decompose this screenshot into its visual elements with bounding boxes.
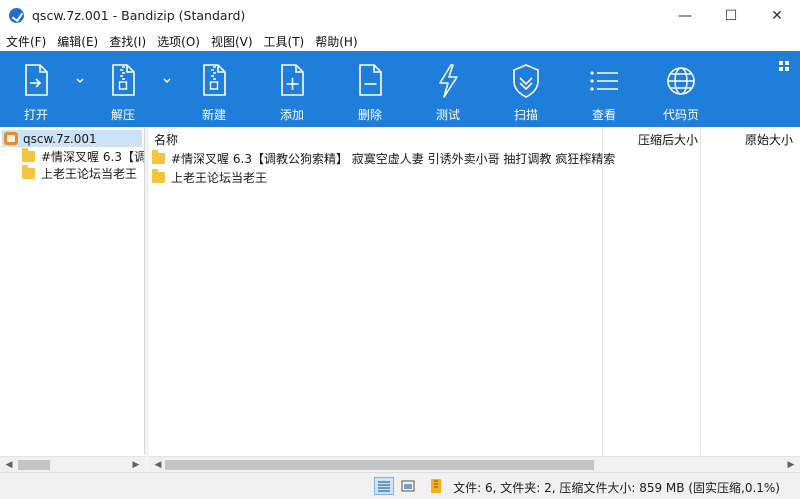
scrollbar-thumb[interactable] bbox=[165, 460, 594, 470]
scroll-right-arrow-icon[interactable]: ▶ bbox=[130, 459, 142, 471]
minimize-button[interactable]: — bbox=[662, 0, 708, 31]
menu-edit[interactable]: 编辑(E) bbox=[51, 33, 103, 50]
test-lightning-icon bbox=[439, 64, 458, 98]
tree-root-label: qscw.7z.001 bbox=[23, 131, 97, 146]
file-list-pane: ⌃ 名称 压缩后大小 原始大小 #情深叉喔 6.3【调教公狗索精】 寂寞空虚人妻… bbox=[149, 123, 800, 455]
scan-label: 扫描 bbox=[513, 108, 538, 122]
column-header-name[interactable]: 名称 bbox=[154, 128, 178, 150]
title-bar: qscw.7z.001 - Bandizip (Standard) — ☐ ✕ bbox=[0, 0, 800, 31]
delete-label: 删除 bbox=[357, 108, 382, 122]
list-item-name: #情深叉喔 6.3【调教公狗索精】 寂寞空虚人妻 引诱外卖小哥 抽打调教 疯狂榨… bbox=[171, 152, 616, 166]
menu-bar: 文件(F) 编辑(E) 查找(I) 选项(O) 视图(V) 工具(T) 帮助(H… bbox=[0, 31, 800, 51]
test-label: 测试 bbox=[435, 108, 460, 122]
add-button[interactable]: 添加 bbox=[262, 51, 322, 127]
folder-tree-pane: qscw.7z.001 #情深叉喔 6.3【调教公狗索精】 寂寞空虚人妻 引诱外… bbox=[0, 128, 145, 455]
codepage-label: 代码页 bbox=[662, 108, 699, 122]
folder-icon bbox=[152, 169, 165, 183]
window-controls: — ☐ ✕ bbox=[662, 0, 800, 31]
archive-info-button[interactable] bbox=[426, 477, 446, 495]
list-item[interactable]: 上老王论坛当老王 bbox=[152, 168, 267, 187]
tree-item-folder-1[interactable]: #情深叉喔 6.3【调教公狗索精】 寂寞空虚人妻 引诱外卖小哥 抽打调教 疯狂榨… bbox=[22, 148, 145, 165]
scroll-left-arrow-icon[interactable]: ◀ bbox=[3, 459, 15, 471]
window-title: qscw.7z.001 - Bandizip (Standard) bbox=[32, 8, 246, 23]
toolbar: 打开 解压 新建 添加 删除 测试 扫描 查看 代码页 bbox=[0, 51, 800, 127]
codepage-button[interactable]: 代码页 bbox=[651, 51, 711, 127]
status-bar: 文件: 6, 文件夹: 2, 压缩文件大小: 859 MB (固实压缩,0.1%… bbox=[0, 472, 800, 499]
add-label: 添加 bbox=[279, 108, 304, 122]
test-button[interactable]: 测试 bbox=[418, 51, 478, 127]
new-label: 新建 bbox=[201, 108, 226, 122]
view-button[interactable]: 查看 bbox=[574, 51, 634, 127]
view-label: 查看 bbox=[591, 108, 616, 122]
bandizip-app-icon bbox=[9, 8, 24, 23]
menu-help[interactable]: 帮助(H) bbox=[309, 33, 362, 50]
open-button[interactable]: 打开 bbox=[6, 51, 66, 127]
archive-icon bbox=[4, 132, 18, 145]
column-separator bbox=[602, 128, 603, 455]
list-item-name: 上老王论坛当老王 bbox=[171, 171, 268, 185]
scroll-left-arrow-icon[interactable]: ◀ bbox=[152, 459, 164, 471]
delete-file-icon bbox=[359, 64, 382, 96]
list-item[interactable]: #情深叉喔 6.3【调教公狗索精】 寂寞空虚人妻 引诱外卖小哥 抽打调教 疯狂榨… bbox=[152, 149, 615, 168]
folder-icon bbox=[22, 148, 35, 162]
delete-button[interactable]: 删除 bbox=[340, 51, 400, 127]
details-view-button[interactable] bbox=[374, 477, 394, 495]
layout-grid-icon[interactable] bbox=[778, 60, 790, 72]
tree-horizontal-scrollbar[interactable]: ◀ ▶ bbox=[0, 456, 145, 472]
open-archive-icon bbox=[25, 64, 48, 96]
open-dropdown-chevron-icon[interactable] bbox=[74, 75, 86, 87]
archive-info-icon bbox=[431, 479, 441, 493]
extract-zip-icon bbox=[112, 64, 135, 96]
preview-pane-icon bbox=[401, 480, 415, 492]
tree-item-label: 上老王论坛当老王 bbox=[41, 167, 138, 181]
sort-ascending-icon: ⌃ bbox=[371, 123, 379, 133]
tree-item-label: #情深叉喔 6.3【调教公狗索精】 寂寞空虚人妻 引诱外卖小哥 抽打调教 疯狂榨… bbox=[41, 150, 145, 164]
menu-file[interactable]: 文件(F) bbox=[0, 33, 51, 50]
scan-shield-icon bbox=[513, 64, 539, 98]
maximize-button[interactable]: ☐ bbox=[708, 0, 754, 31]
menu-options[interactable]: 选项(O) bbox=[151, 33, 205, 50]
folder-icon bbox=[22, 165, 35, 179]
open-label: 打开 bbox=[23, 108, 48, 122]
folder-icon bbox=[152, 150, 165, 164]
add-file-icon bbox=[281, 64, 304, 96]
status-summary: 文件: 6, 文件夹: 2, 压缩文件大小: 859 MB (固实压缩,0.1%… bbox=[453, 481, 780, 495]
view-list-icon bbox=[590, 71, 618, 91]
extract-label: 解压 bbox=[110, 108, 135, 122]
new-archive-button[interactable]: 新建 bbox=[184, 51, 244, 127]
extract-button[interactable]: 解压 bbox=[93, 51, 153, 127]
list-horizontal-scrollbar[interactable]: ◀ ▶ bbox=[149, 456, 800, 472]
scrollbar-thumb[interactable] bbox=[18, 460, 50, 470]
scan-button[interactable]: 扫描 bbox=[496, 51, 556, 127]
new-archive-icon bbox=[203, 64, 226, 96]
column-separator bbox=[700, 128, 701, 455]
preview-pane-button[interactable] bbox=[398, 477, 418, 495]
extract-dropdown-chevron-icon[interactable] bbox=[161, 75, 173, 87]
column-header-original-size[interactable]: 原始大小 bbox=[745, 128, 793, 150]
close-button[interactable]: ✕ bbox=[754, 0, 800, 31]
menu-view[interactable]: 视图(V) bbox=[205, 33, 258, 50]
menu-tools[interactable]: 工具(T) bbox=[258, 33, 310, 50]
tree-item-folder-2[interactable]: 上老王论坛当老王 bbox=[22, 165, 137, 182]
details-view-icon bbox=[378, 481, 390, 492]
tree-root-archive[interactable]: qscw.7z.001 bbox=[2, 130, 142, 147]
codepage-globe-icon bbox=[667, 67, 695, 95]
scroll-right-arrow-icon[interactable]: ▶ bbox=[785, 459, 797, 471]
menu-find[interactable]: 查找(I) bbox=[103, 33, 151, 50]
column-header-compressed-size[interactable]: 压缩后大小 bbox=[638, 128, 698, 150]
